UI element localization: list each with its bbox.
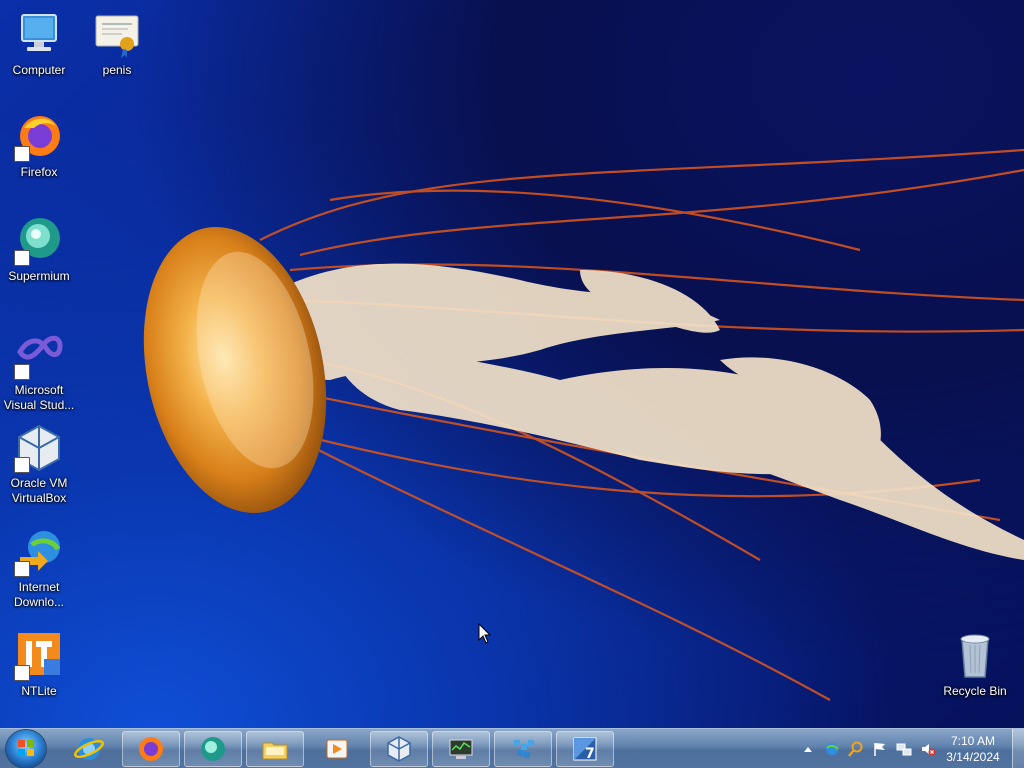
tray-network[interactable]	[895, 740, 913, 758]
tray-volume[interactable]	[919, 740, 937, 758]
computer-icon	[14, 10, 64, 60]
shortcut-arrow-icon	[14, 561, 30, 577]
registry-icon	[514, 740, 534, 758]
firefox-icon	[14, 112, 64, 162]
shortcut-arrow-icon	[14, 665, 30, 681]
desktop-icon-firefox[interactable]: Firefox	[0, 112, 78, 180]
windows-7-icon: 7	[573, 737, 597, 762]
internet-download-manager-icon	[14, 527, 64, 577]
desktop-icon-internet-download-manager[interactable]: Internet Downlo...	[0, 527, 78, 610]
desktop-icon-label: penis	[102, 63, 132, 77]
certificate-icon	[92, 10, 142, 60]
desktop-icon-label: Computer	[12, 63, 66, 77]
taskbar-internet-explorer[interactable]	[60, 731, 118, 767]
shortcut-arrow-icon	[14, 146, 30, 162]
svg-text:7: 7	[585, 746, 595, 762]
taskbar-supermium[interactable]	[184, 731, 242, 767]
desktop-icon-label: Firefox	[20, 165, 58, 179]
supermium-icon	[14, 216, 64, 266]
visual-studio-icon	[14, 330, 64, 380]
desktop-icon-computer[interactable]: Computer	[0, 10, 78, 78]
desktop-icon-label: Microsoft Visual Stud...	[3, 383, 75, 412]
desktop-icon-visual-studio[interactable]: Microsoft Visual Stud...	[0, 330, 78, 413]
media-player-icon	[326, 739, 348, 759]
ntlite-icon	[14, 631, 64, 681]
desktop-icon-recycle-bin[interactable]: Recycle Bin	[936, 631, 1014, 699]
desktop-icon-ntlite[interactable]: NTLite	[0, 631, 78, 699]
internet-explorer-icon	[74, 738, 104, 760]
start-orb-icon	[18, 740, 34, 756]
tray-action-center[interactable]	[871, 740, 889, 758]
taskbar-firefox[interactable]	[122, 731, 180, 767]
mouse-cursor-icon	[478, 623, 492, 644]
desktop-icon-label: NTLite	[21, 684, 57, 698]
file-explorer-icon	[262, 742, 288, 760]
shortcut-arrow-icon	[14, 457, 30, 473]
show-hidden-icons-button[interactable]	[799, 740, 817, 758]
system-tray	[796, 729, 940, 768]
supermium-icon	[201, 737, 225, 761]
desktop-icon-virtualbox[interactable]: Oracle VM VirtualBox	[0, 423, 78, 506]
taskbar-clock[interactable]: 7:10 AM 3/14/2024	[942, 733, 1004, 765]
desktop-icon-penis[interactable]: penis	[78, 10, 156, 78]
system-monitor-icon	[449, 739, 473, 759]
taskbar-registry[interactable]	[494, 731, 552, 767]
desktop-icon-label: Internet Downlo...	[13, 580, 65, 609]
taskbar-file-explorer[interactable]	[246, 731, 304, 767]
virtualbox-icon	[14, 423, 64, 473]
action-center-flag-icon	[874, 743, 885, 756]
desktop-icon-supermium[interactable]: Supermium	[0, 216, 78, 284]
desktop-icon-label: Oracle VM VirtualBox	[10, 476, 68, 505]
recycle-bin-icon	[950, 631, 1000, 681]
shortcut-arrow-icon	[14, 250, 30, 266]
firefox-icon	[139, 737, 163, 761]
jellyfish-wallpaper	[143, 148, 1024, 701]
network-icon	[896, 743, 912, 756]
start-button[interactable]	[6, 730, 46, 768]
clock-date: 3/14/2024	[946, 750, 1000, 764]
volume-muted-icon	[922, 744, 936, 756]
virtualbox-icon	[387, 736, 411, 762]
clock-time: 7:10 AM	[950, 734, 996, 748]
show-desktop-button[interactable]	[1012, 729, 1024, 768]
desktop-icon-label: Recycle Bin	[943, 684, 1007, 698]
taskbar-windows-7[interactable]: 7	[556, 731, 614, 767]
tray-search[interactable]	[847, 740, 865, 758]
show-hidden-icons-icon	[804, 747, 812, 752]
taskbar-system-monitor[interactable]	[432, 731, 490, 767]
shortcut-arrow-icon	[14, 364, 30, 380]
search-icon	[848, 741, 863, 757]
taskbar-media-player[interactable]	[308, 731, 366, 767]
taskbar: 7 7:10 AM 3/14/2024	[0, 728, 1024, 768]
desktop-icon-label: Supermium	[8, 269, 70, 283]
network-globe-icon	[826, 743, 839, 755]
tray-network-globe[interactable]	[823, 740, 841, 758]
taskbar-virtualbox[interactable]	[370, 731, 428, 767]
